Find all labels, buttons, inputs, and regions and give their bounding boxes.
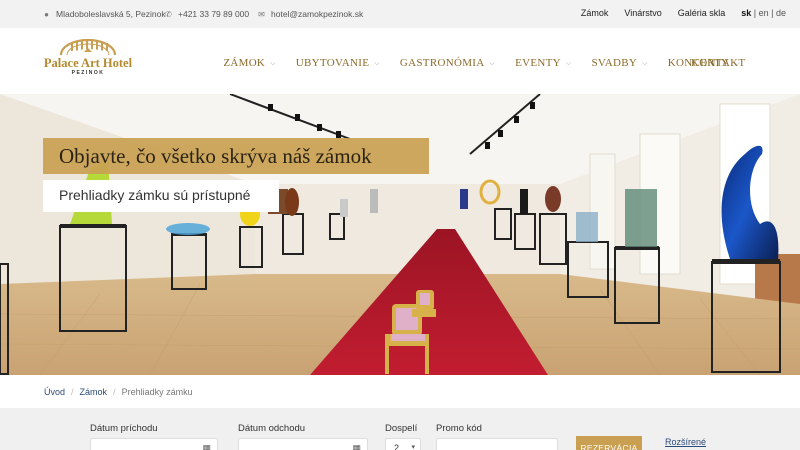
chevron-down-icon: ⌵ [270, 58, 276, 67]
calendar-icon[interactable]: ▦ [202, 443, 211, 450]
breadcrumb-separator: / [113, 387, 116, 397]
promo-code-field[interactable] [436, 438, 558, 450]
main-nav: ZÁMOK ⌵ UBYTOVANIE ⌵ GASTRONÓMIA ⌵ EVENTY ⌵ … [223, 57, 740, 69]
adults-label: Dospelí [385, 423, 418, 434]
adults-select[interactable]: 2 ▾ [385, 438, 421, 450]
address-text: Mladoboleslavská 5, Pezinok [56, 9, 166, 19]
nav-label: SVADBY [591, 57, 638, 69]
phone-icon: ✆ [165, 9, 172, 19]
main-header: Palace Art Hotel PEZINOK ZÁMOK ⌵ UBYTOVAN… [0, 28, 800, 94]
breadcrumb-separator: / [71, 387, 74, 397]
email-text[interactable]: hotel@zamokpezinok.sk [271, 9, 363, 19]
envelope-icon: ✉ [258, 9, 265, 19]
advanced-search-link[interactable]: Rozšírené [665, 437, 706, 447]
top-links: Zámok Vinárstvo Galéria skla sk | en | d… [581, 8, 786, 18]
nav-label: ZÁMOK [223, 57, 266, 69]
nav-item-zamok[interactable]: ZÁMOK ⌵ [223, 57, 275, 69]
departure-label: Dátum odchodu [238, 423, 306, 434]
arrival-date-field[interactable]: ▦ [90, 438, 218, 450]
crown-arch-icon [59, 38, 117, 56]
logo-city: PEZINOK [71, 70, 105, 76]
chevron-down-icon: ⌵ [489, 58, 496, 67]
nav-item-ubytovanie[interactable]: UBYTOVANIE ⌵ [296, 57, 380, 69]
breadcrumb-home[interactable]: Úvod [44, 387, 65, 397]
chevron-down-icon: ⌵ [565, 58, 572, 67]
breadcrumb: Úvod / Zámok / Prehliadky zámku [44, 387, 193, 397]
top-info-bar: ● Mladoboleslavská 5, Pezinok ✆ +421 33 … [0, 0, 800, 28]
top-link-vinarstvo[interactable]: Vinárstvo [624, 8, 661, 18]
nav-item-svadby[interactable]: SVADBY ⌵ [592, 57, 648, 69]
reservation-button[interactable]: REZERVÁCIA [576, 436, 642, 450]
map-marker-icon: ● [44, 9, 49, 19]
promo-label: Promo kód [436, 423, 482, 434]
lang-others[interactable]: | en | de [754, 8, 786, 18]
hero-subtitle: Prehliadky zámku sú prístupné [43, 180, 279, 212]
top-link-galeria-skla[interactable]: Galéria skla [678, 8, 726, 18]
nav-item-kontakt[interactable]: KONTAKT [691, 57, 745, 69]
lang-sk[interactable]: sk [741, 8, 751, 18]
hero-banner: Objavte, čo všetko skrýva náš zámok Preh… [0, 94, 800, 375]
logo-name: Palace Art Hotel [43, 56, 133, 70]
nav-item-eventy[interactable]: EVENTY ⌵ [515, 57, 571, 69]
nav-item-gastronomia[interactable]: GASTRONÓMIA ⌵ [400, 57, 495, 69]
email-info[interactable]: ✉ hotel@zamokpezinok.sk [257, 9, 363, 19]
breadcrumb-zamok[interactable]: Zámok [80, 387, 108, 397]
nav-label: UBYTOVANIE [295, 57, 370, 69]
calendar-icon[interactable]: ▦ [352, 443, 361, 450]
address-info: ● Mladoboleslavská 5, Pezinok [42, 9, 166, 19]
language-switcher[interactable]: sk | en | de [741, 8, 786, 18]
chevron-down-icon: ⌵ [642, 58, 648, 67]
phone-text[interactable]: +421 33 79 89 000 [178, 9, 249, 19]
adults-value: 2 [394, 443, 400, 450]
nav-label: EVENTY [515, 57, 561, 69]
chevron-down-icon: ▾ [411, 444, 415, 450]
nav-label: GASTRONÓMIA [399, 57, 485, 69]
departure-date-field[interactable]: ▦ [238, 438, 368, 450]
hero-title: Objavte, čo všetko skrýva náš zámok [43, 138, 429, 174]
booking-bar: Dátum príchodu ▦ Dátum odchodu ▦ Dospelí… [0, 408, 800, 450]
gallery-hall-photo [0, 94, 800, 375]
top-link-zamok[interactable]: Zámok [581, 8, 609, 18]
arrival-label: Dátum príchodu [90, 423, 158, 434]
hotel-logo[interactable]: Palace Art Hotel PEZINOK [42, 38, 134, 86]
phone-info[interactable]: ✆ +421 33 79 89 000 [164, 9, 249, 19]
chevron-down-icon: ⌵ [374, 58, 380, 67]
breadcrumb-current: Prehliadky zámku [121, 387, 193, 397]
